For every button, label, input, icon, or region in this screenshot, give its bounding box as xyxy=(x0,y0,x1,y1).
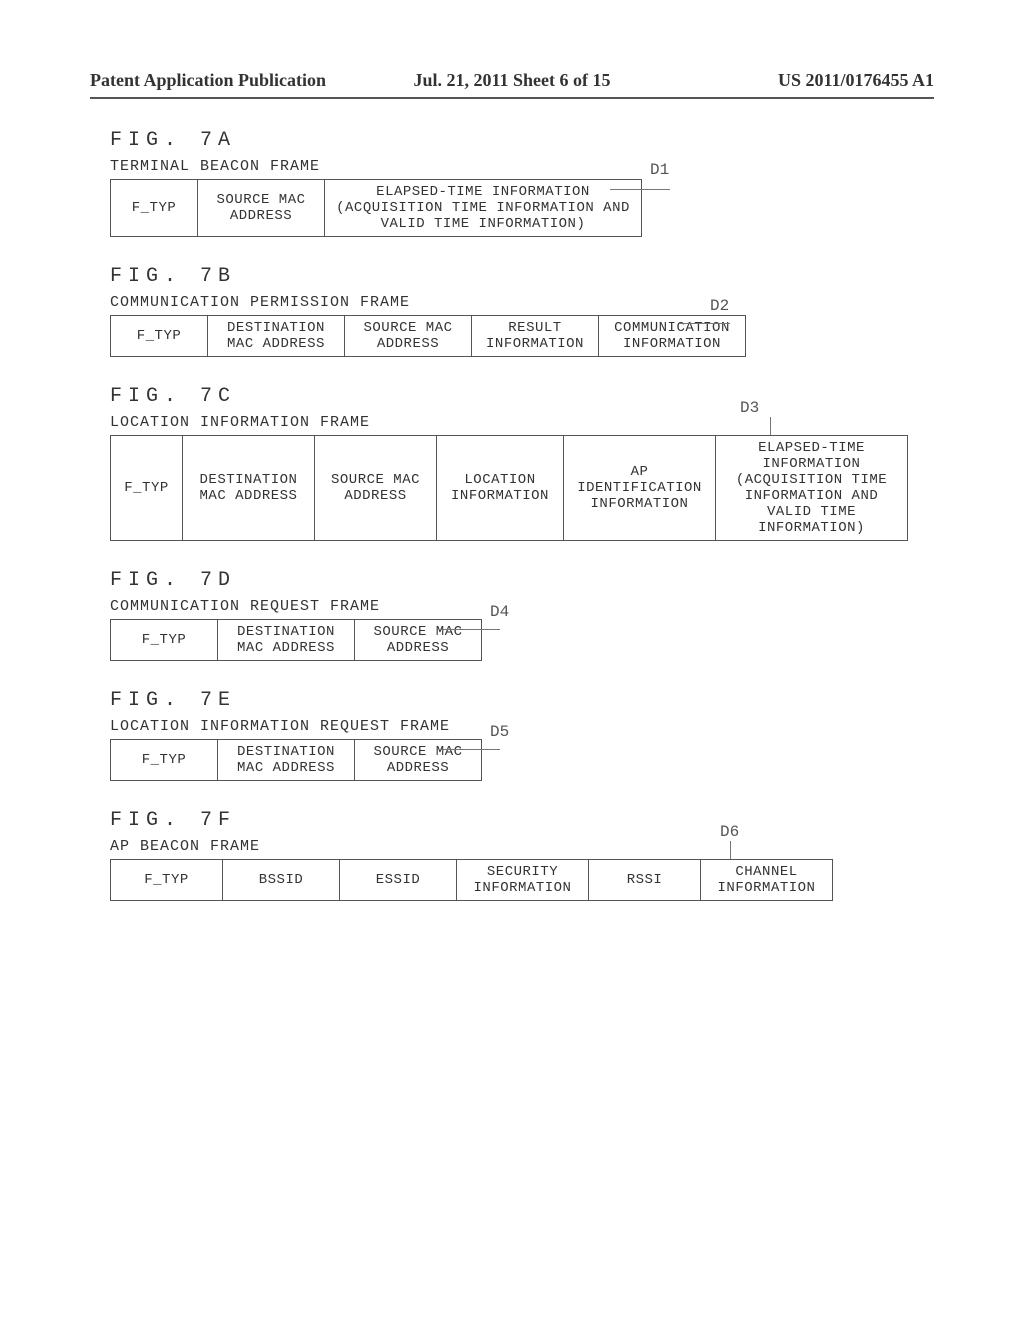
frame-7e: F_TYP DESTINATION MAC ADDRESS SOURCE MAC… xyxy=(110,739,934,781)
cell-comm: COMMUNICATION INFORMATION xyxy=(599,316,746,357)
leader-line-v xyxy=(770,417,771,435)
leader-line xyxy=(440,629,500,630)
header-left: Patent Application Publication xyxy=(90,70,326,91)
frame-7b: F_TYP DESTINATION MAC ADDRESS SOURCE MAC… xyxy=(110,315,934,357)
frame-7d: F_TYP DESTINATION MAC ADDRESS SOURCE MAC… xyxy=(110,619,934,661)
figure-caption: COMMUNICATION REQUEST FRAME xyxy=(110,598,934,615)
cell-location: LOCATION INFORMATION xyxy=(437,436,564,541)
figure-id: FIG. 7D xyxy=(110,569,934,592)
cell-ap-id: AP IDENTIFICATION INFORMATION xyxy=(564,436,716,541)
figure-caption: TERMINAL BEACON FRAME xyxy=(110,158,934,175)
figure-id: FIG. 7E xyxy=(110,689,934,712)
frame-7c: F_TYP DESTINATION MAC ADDRESS SOURCE MAC… xyxy=(110,435,934,541)
frame-label: D3 xyxy=(740,399,759,417)
cell-dest-mac: DESTINATION MAC ADDRESS xyxy=(208,316,345,357)
frame-table: F_TYP BSSID ESSID SECURITY INFORMATION R… xyxy=(110,859,833,901)
frame-label: D2 xyxy=(710,297,729,315)
frame-label: D5 xyxy=(490,723,509,741)
cell-src-mac: SOURCE MAC ADDRESS xyxy=(355,740,482,781)
page-header: Patent Application Publication Jul. 21, … xyxy=(90,70,934,99)
figure-id: FIG. 7C xyxy=(110,385,934,408)
figure-caption: COMMUNICATION PERMISSION FRAME xyxy=(110,294,934,311)
cell-src-mac: SOURCE MAC ADDRESS xyxy=(198,180,325,237)
cell-src-mac: SOURCE MAC ADDRESS xyxy=(315,436,437,541)
figure-id: FIG. 7F xyxy=(110,809,934,832)
frame-label: D4 xyxy=(490,603,509,621)
frame-7f: F_TYP BSSID ESSID SECURITY INFORMATION R… xyxy=(110,859,934,901)
cell-result: RESULT INFORMATION xyxy=(472,316,599,357)
cell-elapsed: ELAPSED-TIME INFORMATION (ACQUISITION TI… xyxy=(325,180,642,237)
cell-rssi: RSSI xyxy=(589,860,701,901)
figure-caption: LOCATION INFORMATION FRAME xyxy=(110,414,934,431)
header-right: US 2011/0176455 A1 xyxy=(778,70,934,91)
figure-7a: FIG. 7A TERMINAL BEACON FRAME F_TYP SOUR… xyxy=(90,129,934,237)
cell-dest-mac: DESTINATION MAC ADDRESS xyxy=(183,436,315,541)
frame-table: F_TYP DESTINATION MAC ADDRESS SOURCE MAC… xyxy=(110,315,746,357)
figure-7f: FIG. 7F AP BEACON FRAME F_TYP BSSID ESSI… xyxy=(90,809,934,901)
cell-f-typ: F_TYP xyxy=(111,180,198,237)
frame-table: F_TYP SOURCE MAC ADDRESS ELAPSED-TIME IN… xyxy=(110,179,642,237)
figure-id: FIG. 7B xyxy=(110,265,934,288)
frame-table: F_TYP DESTINATION MAC ADDRESS SOURCE MAC… xyxy=(110,435,908,541)
cell-f-typ: F_TYP xyxy=(111,436,183,541)
cell-f-typ: F_TYP xyxy=(111,740,218,781)
figure-7d: FIG. 7D COMMUNICATION REQUEST FRAME F_TY… xyxy=(90,569,934,661)
figure-caption: LOCATION INFORMATION REQUEST FRAME xyxy=(110,718,934,735)
leader-line xyxy=(610,189,670,190)
cell-bssid: BSSID xyxy=(223,860,340,901)
leader-line xyxy=(440,749,500,750)
cell-channel: CHANNEL INFORMATION xyxy=(701,860,833,901)
leader-line xyxy=(680,323,730,324)
cell-src-mac: SOURCE MAC ADDRESS xyxy=(355,620,482,661)
cell-essid: ESSID xyxy=(340,860,457,901)
cell-dest-mac: DESTINATION MAC ADDRESS xyxy=(218,740,355,781)
cell-elapsed: ELAPSED-TIME INFORMATION (ACQUISITION TI… xyxy=(716,436,908,541)
figure-caption: AP BEACON FRAME xyxy=(110,838,934,855)
figure-7e: FIG. 7E LOCATION INFORMATION REQUEST FRA… xyxy=(90,689,934,781)
figure-id: FIG. 7A xyxy=(110,129,934,152)
cell-src-mac: SOURCE MAC ADDRESS xyxy=(345,316,472,357)
cell-f-typ: F_TYP xyxy=(111,620,218,661)
frame-table: F_TYP DESTINATION MAC ADDRESS SOURCE MAC… xyxy=(110,619,482,661)
figure-7c: FIG. 7C LOCATION INFORMATION FRAME F_TYP… xyxy=(90,385,934,541)
cell-security: SECURITY INFORMATION xyxy=(457,860,589,901)
page: Patent Application Publication Jul. 21, … xyxy=(0,0,1024,1320)
frame-7a: F_TYP SOURCE MAC ADDRESS ELAPSED-TIME IN… xyxy=(110,179,934,237)
cell-dest-mac: DESTINATION MAC ADDRESS xyxy=(218,620,355,661)
cell-f-typ: F_TYP xyxy=(111,316,208,357)
frame-label: D1 xyxy=(650,161,669,179)
figure-7b: FIG. 7B COMMUNICATION PERMISSION FRAME F… xyxy=(90,265,934,357)
frame-table: F_TYP DESTINATION MAC ADDRESS SOURCE MAC… xyxy=(110,739,482,781)
cell-f-typ: F_TYP xyxy=(111,860,223,901)
frame-label: D6 xyxy=(720,823,739,841)
leader-line-v xyxy=(730,841,731,859)
